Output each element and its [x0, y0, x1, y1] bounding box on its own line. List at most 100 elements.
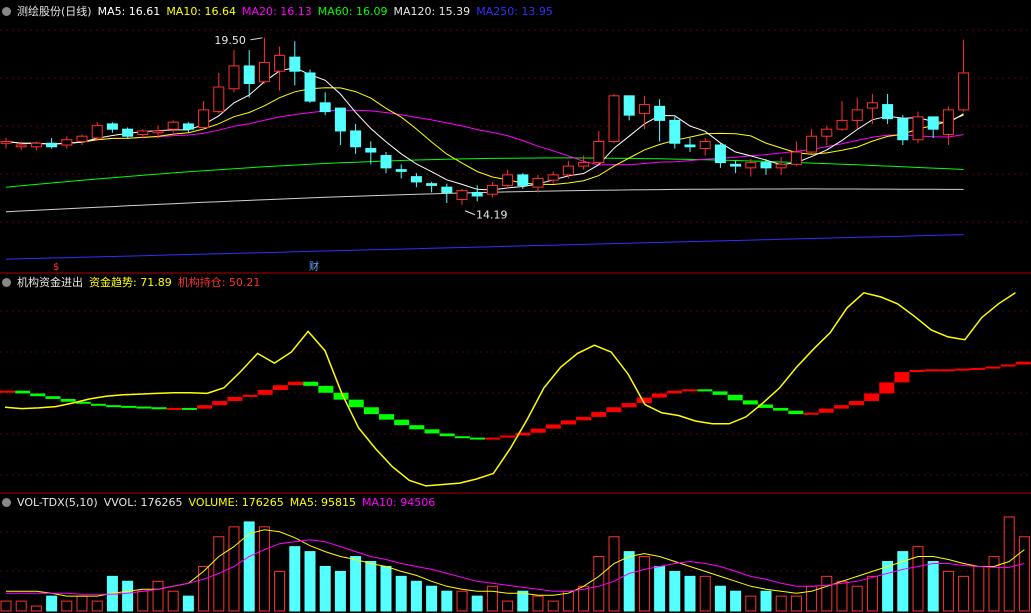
fund-bar — [439, 433, 455, 437]
volume-bar — [942, 570, 954, 612]
volume-bar — [137, 590, 149, 612]
candle — [137, 130, 149, 135]
fund-bar — [909, 370, 925, 373]
candle — [0, 140, 12, 144]
candle — [654, 105, 666, 121]
candle — [350, 130, 362, 148]
candle — [319, 102, 331, 113]
volume-bar — [274, 570, 286, 612]
volume-bar — [380, 565, 392, 612]
candle — [289, 56, 301, 72]
candle — [669, 119, 681, 144]
low-price-arrow — [464, 210, 476, 216]
fund-bar — [879, 382, 895, 394]
fund-bar — [212, 401, 228, 406]
fund-bar — [485, 437, 501, 440]
candle — [517, 174, 529, 186]
candle — [882, 104, 894, 120]
candle — [745, 162, 757, 169]
fund-bar — [500, 435, 516, 438]
fund-bar — [30, 393, 46, 397]
volume-bar — [851, 585, 863, 612]
fund-bar — [591, 412, 607, 417]
fund-bar — [530, 428, 546, 433]
candle — [912, 116, 924, 141]
high-price-label: 19.50 — [214, 34, 246, 47]
fund-bar — [303, 381, 319, 386]
fund-bar — [924, 369, 940, 372]
fund-bar — [424, 429, 440, 434]
candle — [152, 130, 164, 134]
fund-bar — [106, 405, 122, 408]
volume-bar — [228, 526, 240, 612]
ma250-line — [5, 234, 964, 260]
candle — [730, 163, 742, 167]
volume-bar — [456, 590, 468, 612]
volume-bar — [426, 585, 438, 612]
fund-bar — [985, 366, 1001, 369]
volume-bar — [730, 590, 742, 612]
fund-bar — [803, 412, 819, 415]
candle — [167, 121, 179, 130]
candle — [942, 109, 954, 135]
volume-bar — [243, 521, 255, 612]
fund-bar — [121, 405, 137, 408]
fund-bar — [227, 396, 243, 402]
volume-bar — [562, 590, 574, 612]
candle — [806, 135, 818, 153]
volume-bar — [1003, 516, 1015, 612]
ma20-line — [5, 109, 964, 166]
volume-bar — [319, 565, 331, 612]
fund-bar — [288, 381, 304, 386]
candle — [836, 119, 848, 130]
fund-bar — [560, 420, 576, 425]
fund-bar — [90, 403, 106, 406]
volume-bar — [593, 556, 605, 612]
candle — [91, 125, 103, 139]
fund-bar — [667, 390, 683, 394]
candle — [866, 102, 878, 109]
candle — [46, 142, 58, 148]
fund-bar — [166, 407, 182, 410]
candle — [228, 65, 240, 90]
volume-bar — [745, 595, 757, 612]
fund-bar — [348, 399, 364, 408]
volume-bar — [61, 600, 73, 612]
fund-bar — [545, 424, 561, 429]
volume-bar — [927, 561, 939, 612]
volume-bar — [790, 595, 802, 612]
chart-canvas[interactable]: 19.50 14.19 $ 财 — [0, 0, 1031, 613]
candle — [851, 109, 863, 121]
volume-bar — [334, 570, 346, 612]
fund-bar — [181, 407, 197, 410]
fund-bar — [151, 407, 167, 410]
fund-bar — [788, 410, 804, 415]
volume-bar — [654, 565, 666, 612]
candle — [365, 148, 377, 153]
volume-bar — [365, 561, 377, 612]
volume-bar — [821, 575, 833, 612]
stock-chart[interactable]: 测绘股份(日线) MA5: 16.61 MA10: 16.64 MA20: 16.13… — [0, 0, 1031, 613]
candle — [334, 107, 346, 132]
candle — [456, 190, 468, 200]
fund-bar — [742, 400, 758, 405]
candle — [410, 176, 422, 183]
volume-bar — [30, 605, 42, 612]
candle — [897, 118, 909, 141]
volume-bar — [304, 551, 316, 612]
fund-bar — [45, 396, 61, 399]
fund-bar — [409, 425, 425, 430]
fund-bar — [136, 406, 152, 409]
candle — [471, 191, 483, 197]
volume-bar — [836, 580, 848, 612]
volume-bar — [0, 600, 12, 612]
candle — [106, 123, 118, 130]
ma5-line — [5, 67, 964, 191]
candle — [441, 186, 453, 193]
fund-bar — [197, 405, 213, 409]
volume-bar — [638, 556, 650, 612]
candle — [775, 163, 787, 169]
fund-bar — [894, 372, 910, 383]
fund-bar — [1015, 361, 1031, 365]
candle — [395, 169, 407, 172]
